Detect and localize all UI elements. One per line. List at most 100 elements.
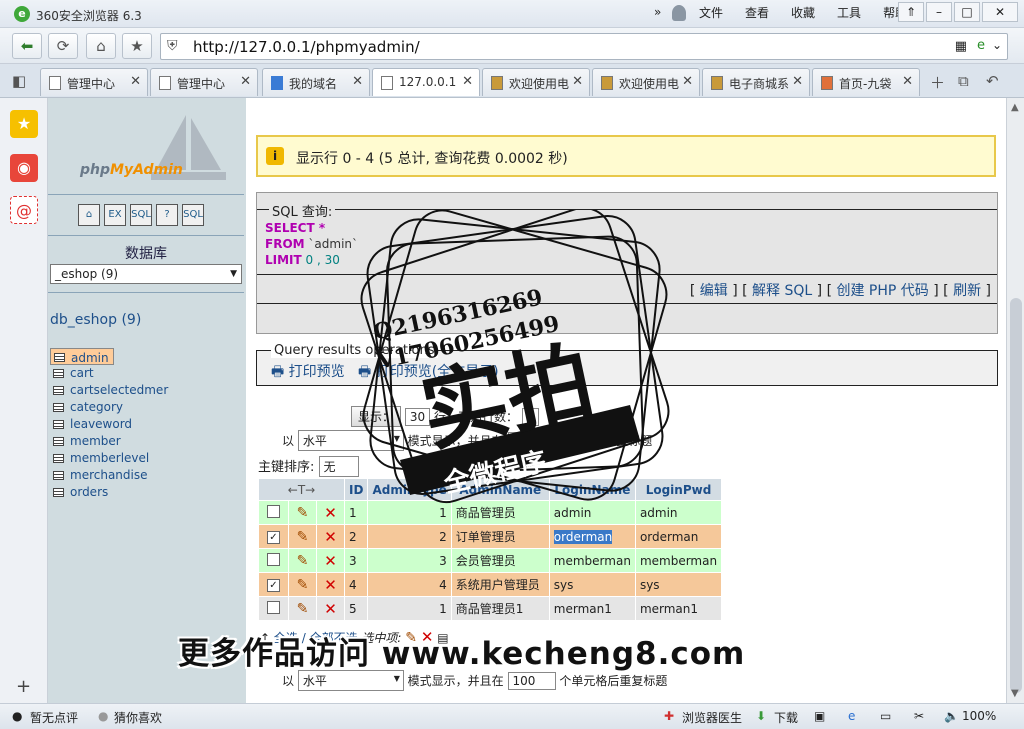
close-icon[interactable]: ✕ [130,74,141,89]
tab-6[interactable]: 欢迎使用电 ✕ [592,68,700,96]
user-icon[interactable] [672,5,686,21]
start-row-input[interactable]: 0 [521,408,540,426]
tab-5[interactable]: 欢迎使用电 ✕ [482,68,590,96]
header-loginpwd[interactable]: LoginPwd [634,478,723,501]
ie-mode-icon[interactable]: e [977,38,985,53]
undo-close-icon[interactable]: ↶ [986,72,999,90]
chevron-double-right-icon[interactable]: » [654,5,661,19]
pin-icon[interactable]: ⇑ [898,2,924,22]
favorites-star-icon[interactable]: ★ [10,110,38,138]
download-link[interactable]: 下载 [774,709,798,726]
rows-input[interactable]: 30 [404,408,431,426]
home-icon[interactable]: ⌂ [78,204,100,226]
ie-icon[interactable]: e [848,709,855,723]
sql-docs-icon[interactable]: SQL [182,204,204,226]
tab-list-icon[interactable]: ⧉ [958,72,969,90]
menu-favorites[interactable]: 收藏 [780,5,826,21]
delete-x-icon[interactable]: ✕ [324,552,337,570]
close-icon[interactable]: ✕ [792,74,803,89]
show-button[interactable]: 显示： [351,406,402,427]
row-checkbox[interactable] [267,600,280,614]
speaker-icon[interactable]: 🔈 [944,709,959,723]
table-item-memberlevel[interactable]: memberlevel [50,450,244,467]
vertical-scrollbar[interactable]: ▲ ▼ [1006,98,1024,703]
close-icon[interactable]: ✕ [902,74,913,89]
sidebar-toggle-icon[interactable]: ◧ [12,72,26,90]
address-bar[interactable]: ⛨ http://127.0.0.1/phpmyadmin/ ▦ e ⌄ [160,33,1008,60]
email-icon[interactable]: @ [10,196,38,224]
screenshot-icon[interactable]: ▭ [880,709,891,723]
delete-x-icon[interactable]: ✕ [324,576,337,594]
table-item-category[interactable]: category [50,399,244,416]
mode-select[interactable]: 水平 ▼ [297,430,404,451]
status-guess-like[interactable]: 猜你喜欢 [114,709,162,726]
sort-select[interactable]: 无 [318,456,359,477]
tab-7[interactable]: 电子商城系 ✕ [702,68,810,96]
edit-pencil-icon[interactable]: ✎ [297,577,309,593]
zoom-level[interactable]: 100% [962,709,996,723]
delete-x-icon[interactable]: ✕ [324,504,337,522]
weibo-icon[interactable]: ◉ [10,154,38,182]
table-item-cart[interactable]: cart [50,365,244,382]
row-checkbox-checked[interactable]: ✓ [267,531,280,544]
close-icon[interactable]: ✕ [462,74,473,89]
table-item-orders[interactable]: orders [50,484,244,501]
row-checkbox-checked[interactable]: ✓ [267,579,280,592]
row-checkbox[interactable] [267,504,280,518]
tab-8[interactable]: 首页-九袋 ✕ [812,68,920,96]
scroll-up-icon[interactable]: ▲ [1011,102,1019,113]
table-item-member[interactable]: member [50,433,244,450]
repeat-header-input[interactable]: 100 [507,672,556,690]
address-url[interactable]: http://127.0.0.1/phpmyadmin/ [193,38,420,56]
maximize-button[interactable]: □ [954,2,980,22]
close-button[interactable]: ✕ [982,2,1018,22]
delete-x-icon[interactable]: ✕ [324,528,337,546]
mode-select[interactable]: 水平 ▼ [297,670,404,691]
table-item-cartselectedmer[interactable]: cartselectedmer [50,382,244,399]
edit-pencil-icon[interactable]: ✎ [297,505,309,521]
repeat-header-input[interactable]: 100 [507,432,541,450]
edit-pencil-icon[interactable]: ✎ [297,553,309,569]
menu-view[interactable]: 查看 [734,5,780,21]
print-full-link[interactable]: 打印预览(全文显示) [376,364,499,380]
minimize-button[interactable]: – [926,2,952,22]
refresh-button[interactable]: ⟳ [48,33,78,59]
chevron-down-icon[interactable]: ⌄ [992,38,1002,52]
new-tab-icon[interactable]: ＋ [930,72,945,93]
header-adminname[interactable]: AdminName [450,478,550,501]
scissors-icon[interactable]: ✂ [914,709,924,723]
scroll-down-icon[interactable]: ▼ [1011,688,1019,699]
create-php-link[interactable]: 创建 PHP 代码 [836,283,928,299]
status-no-rating[interactable]: 暂无点评 [30,709,78,726]
refresh-link[interactable]: 刷新 [953,283,981,299]
back-button[interactable]: ⬅ [12,33,42,59]
qr-code-icon[interactable]: ▦ [955,39,967,54]
browser-doctor-link[interactable]: 浏览器医生 [682,709,742,726]
database-select[interactable]: _eshop (9) ▼ [50,264,242,284]
tab-3[interactable]: 我的域名 ✕ [262,68,370,96]
edit-link[interactable]: 编辑 [700,283,728,299]
explain-sql-link[interactable]: 解释 SQL [752,283,812,299]
edit-pencil-icon[interactable]: ✎ [297,601,309,617]
row-checkbox[interactable] [267,552,280,566]
add-icon[interactable]: + [16,676,31,697]
database-name-link[interactable]: db_eshop (9) [50,312,141,328]
tab-2[interactable]: 管理中心 ✕ [150,68,258,96]
scroll-thumb[interactable] [1010,298,1022,693]
print-preview-link[interactable]: 打印预览 [289,364,345,380]
sql-query-icon[interactable]: SQL [130,204,152,226]
close-icon[interactable]: ✕ [240,74,251,89]
delete-x-icon[interactable]: ✕ [324,600,337,618]
header-id[interactable]: ID [343,478,369,501]
favorite-star-button[interactable]: ★ [122,33,152,59]
header-admintype[interactable]: AdminType [367,478,452,501]
table-item-leaveword[interactable]: leaveword [50,416,244,433]
menu-tools[interactable]: 工具 [826,5,872,21]
close-icon[interactable]: ✕ [352,74,363,89]
reader-icon[interactable]: ▣ [814,709,825,723]
home-button[interactable]: ⌂ [86,33,116,59]
column-arrows[interactable]: ←T→ [258,478,345,501]
table-item-merchandise[interactable]: merchandise [50,467,244,484]
pma-logo[interactable]: phpMyAdmin [80,162,183,178]
table-item-admin[interactable]: admin [50,348,114,365]
